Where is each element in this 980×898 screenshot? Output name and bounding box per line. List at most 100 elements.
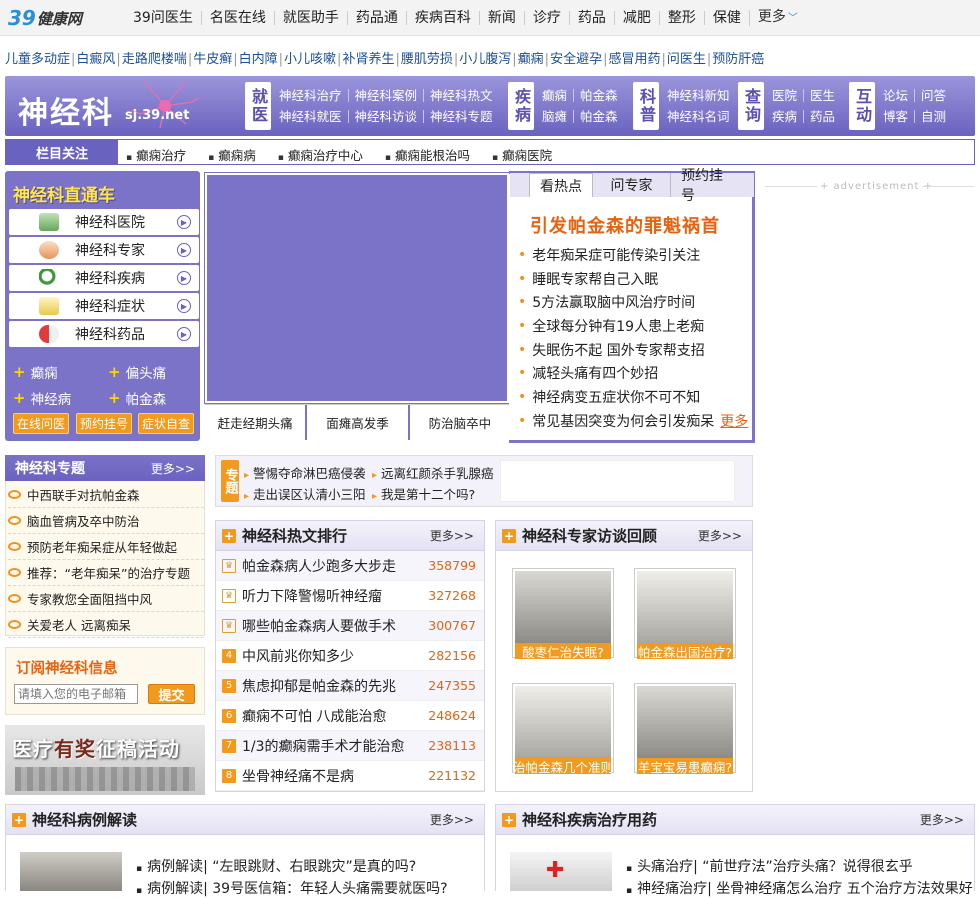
focus-link[interactable]: 癫痫治疗 [126, 145, 186, 164]
banner-link[interactable]: 神经科热文 [423, 89, 499, 102]
keyword-link[interactable]: 儿童多动症 [5, 52, 70, 67]
expert-card[interactable]: 酸枣仁治失眠? [512, 568, 614, 660]
banner-link[interactable]: 医院 [770, 89, 803, 102]
tab-hot[interactable]: 看热点 [529, 173, 593, 197]
topics-more-link[interactable]: 更多>> [151, 460, 195, 477]
nav-item[interactable]: 减肥 [613, 11, 659, 25]
list-item[interactable]: 减轻头痛有四个妙招 [518, 361, 754, 385]
banner-link[interactable]: 神经科专题 [423, 110, 499, 123]
tab-ask-expert[interactable]: 问专家 [593, 173, 671, 197]
list-item[interactable]: 预防老年痴呆症从年轻做起 [8, 534, 204, 560]
list-item[interactable]: ♛ 哪些帕金森病人要做手术 300767 [216, 611, 484, 641]
list-item[interactable]: ♛ 听力下降警惕听神经瘤 327268 [216, 581, 484, 611]
site-logo[interactable]: 39 健康网 [8, 6, 82, 30]
focus-link[interactable]: 癫痫病 [208, 145, 256, 164]
strip-link[interactable]: 远离红颜杀手乳腺癌 [372, 463, 494, 482]
hot-more-link[interactable]: 更多 [720, 411, 748, 431]
list-item[interactable]: 神经病变五症状你不可不知 [518, 385, 754, 409]
expert-card[interactable]: 治帕金森几个准则 [512, 683, 614, 775]
nav-item[interactable]: 药品通 [346, 11, 406, 25]
banner-link[interactable]: 疾病 [770, 110, 803, 123]
case-link[interactable]: 病例解读| “左眼跳财、右眼跳灾”是真的吗? [136, 856, 416, 876]
treatment-link[interactable]: 神经痛治疗| 坐骨神经痛怎么治疗 五个治疗方法效果好 [626, 878, 973, 898]
banner-link[interactable]: 神经科治疗 [277, 89, 348, 102]
keyword-link[interactable]: 安全避孕 [550, 52, 602, 67]
keyword-link[interactable]: 白癜风 [76, 52, 115, 67]
nav-item[interactable]: 诊疗 [523, 11, 569, 25]
keyword-link[interactable]: 小儿咳嗽 [284, 52, 336, 67]
slide-tab[interactable]: 面瘫高发季 [305, 405, 408, 440]
keyword-link[interactable]: 补肾养生 [342, 52, 394, 67]
keyword-link[interactable]: 癫痫 [518, 52, 544, 67]
email-field[interactable] [14, 684, 138, 704]
banner-link[interactable]: 论坛 [881, 89, 914, 102]
list-item[interactable]: 全球每分钟有19人患上老痴 [518, 314, 754, 338]
list-item[interactable]: ♛ 帕金森病人少跑多大步走 358799 [216, 551, 484, 581]
expert-card[interactable]: 羊宝宝易患癫痫? [634, 683, 736, 775]
list-item[interactable]: 5方法赢取脑中风治疗时间 [518, 290, 754, 314]
case-photo[interactable] [20, 852, 122, 891]
strip-link[interactable]: 警惕夺命淋巴癌侵袭 [244, 463, 366, 482]
train-item-disease[interactable]: 神经科疾病 ▶ [9, 265, 199, 291]
list-item[interactable]: 8 坐骨神经痛不是病 221132 [216, 761, 484, 791]
list-item[interactable]: 关爱老人 远离痴呆 [8, 612, 204, 638]
submit-button[interactable]: 提交 [148, 684, 195, 704]
quick-link-epilepsy[interactable]: + 癫痫 [13, 362, 58, 382]
quick-link-parkinson[interactable]: + 帕金森 [108, 388, 166, 408]
keyword-link[interactable]: 白内障 [239, 52, 278, 67]
banner-link[interactable]: 神经科案例 [347, 89, 424, 102]
slide-tab[interactable]: 赶走经期头痛 [205, 405, 306, 440]
list-item[interactable]: 4 中风前兆你知多少 282156 [216, 641, 484, 671]
nav-item[interactable]: 药品 [568, 11, 614, 25]
banner-link[interactable]: 神经科新知 [665, 89, 736, 102]
keyword-link[interactable]: 感冒用药 [608, 52, 660, 67]
nav-item[interactable]: 疾病百科 [405, 11, 479, 25]
nav-item[interactable]: 39问医生 [125, 11, 201, 25]
contest-ad-banner[interactable]: 医疗有奖征稿活动 [5, 725, 205, 795]
list-item[interactable]: 常见基因突变为何会引发痴呆更多 [518, 409, 754, 433]
banner-link[interactable]: 神经科就医 [277, 110, 348, 123]
slide-tab[interactable]: 防治脑卒中 [407, 405, 510, 440]
ranking-more-link[interactable]: 更多>> [430, 527, 474, 544]
focus-link[interactable]: 癫痫能根治吗 [385, 145, 470, 164]
train-item-hospital[interactable]: 神经科医院 ▶ [9, 209, 199, 235]
symptom-check-button[interactable]: 症状自查 [138, 413, 194, 434]
list-item[interactable]: 中西联手对抗帕金森 [8, 482, 204, 508]
strip-link[interactable]: 我是第十二个吗? [372, 484, 475, 503]
list-item[interactable]: 7 1/3的癫痫需手术才能治愈 238113 [216, 731, 484, 761]
list-item[interactable]: 脑血管病及卒中防治 [8, 508, 204, 534]
keyword-link[interactable]: 预防肝癌 [712, 52, 764, 67]
train-item-symptom[interactable]: 神经科症状 ▶ [9, 293, 199, 319]
banner-link[interactable]: 癫痫 [540, 89, 573, 102]
nav-item[interactable]: 整形 [658, 11, 704, 25]
nav-item[interactable]: 名医在线 [200, 11, 274, 25]
banner-link[interactable]: 自测 [914, 110, 952, 123]
keyword-link[interactable]: 腰肌劳损 [401, 52, 453, 67]
banner-link[interactable]: 神经科访谈 [347, 110, 424, 123]
banner-link[interactable]: 脑瘫 [540, 110, 573, 123]
slideshow-image[interactable] [204, 172, 510, 404]
quick-link-migraine[interactable]: + 偏头痛 [108, 362, 166, 382]
treatment-link[interactable]: 头痛治疗| “前世疗法”治疗头痛？说得很玄乎 [626, 856, 913, 876]
list-item[interactable]: 老年痴呆症可能传染引关注 [518, 243, 754, 267]
nav-item[interactable]: 保健 [703, 11, 749, 25]
online-consult-button[interactable]: 在线问医 [13, 413, 69, 434]
expert-card[interactable]: 帕金森出国治疗? [634, 568, 736, 660]
banner-link[interactable]: 博客 [881, 110, 914, 123]
train-item-expert[interactable]: 神经科专家 ▶ [9, 237, 199, 263]
nav-more-button[interactable]: 更多 ﹀ [748, 10, 806, 26]
nav-item[interactable]: 就医助手 [273, 11, 347, 25]
banner-link[interactable]: 神经科名词 [665, 110, 736, 123]
expert-more-link[interactable]: 更多>> [698, 527, 742, 544]
keyword-link[interactable]: 小儿腹泻 [459, 52, 511, 67]
quick-link-neuro[interactable]: + 神经病 [13, 388, 71, 408]
treatment-more-link[interactable]: 更多>> [920, 811, 964, 828]
keyword-link[interactable]: 问医生 [667, 52, 706, 67]
case-more-link[interactable]: 更多>> [430, 811, 474, 828]
keyword-link[interactable]: 牛皮癣 [193, 52, 232, 67]
list-item[interactable]: 5 焦虑抑郁是帕金森的先兆 247355 [216, 671, 484, 701]
focus-link[interactable]: 癫痫治疗中心 [278, 145, 363, 164]
banner-link[interactable]: 医生 [803, 89, 841, 102]
appointment-button[interactable]: 预约挂号 [76, 413, 132, 434]
tab-appointment[interactable]: 预约挂号 [671, 168, 745, 204]
